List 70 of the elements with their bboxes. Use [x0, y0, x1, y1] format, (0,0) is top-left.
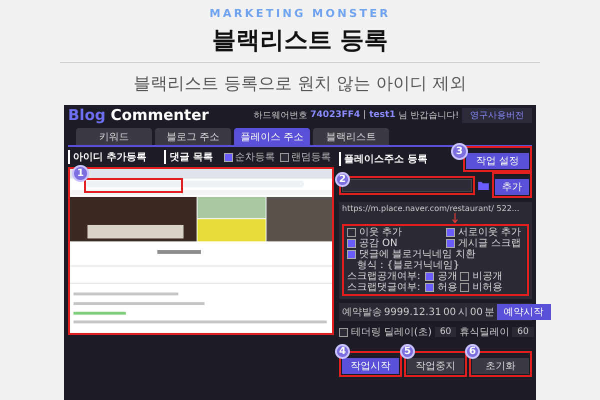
option-label: 서로이웃 추가 — [458, 227, 522, 238]
option-label: 게시글 스크랩 — [458, 238, 522, 249]
option-label: 비공개 — [472, 271, 502, 282]
delay-label: 딜레이(초) — [384, 326, 432, 339]
checkbox[interactable] — [347, 239, 356, 248]
step-badge: 6 — [465, 344, 480, 359]
tab[interactable]: 키워드 — [76, 128, 152, 145]
checkbox[interactable] — [446, 228, 455, 237]
step-badge: 1 — [72, 165, 89, 182]
separator-text: | — [363, 110, 366, 120]
checkbox[interactable] — [347, 250, 356, 259]
format-note: 형식 : {블로거닉네임} — [357, 260, 460, 271]
logo-text: Commenter — [110, 106, 209, 124]
option-label: 공감 ON — [359, 238, 398, 249]
action-button[interactable]: 작업시작 — [342, 358, 399, 374]
eyebrow-text: MARKETING MONSTER — [209, 7, 391, 20]
checkbox[interactable] — [347, 228, 356, 237]
option-label: 허용 — [437, 282, 458, 293]
option-label: 비허용 — [472, 282, 502, 293]
page-title: 블랙리스트 등록 — [212, 25, 388, 56]
action-button[interactable]: 초기화 — [472, 358, 529, 374]
license-button[interactable]: 영구사용버전 — [462, 108, 532, 122]
schedule-minute: 00 — [470, 306, 483, 318]
radio-box[interactable] — [425, 272, 434, 281]
delay-field[interactable]: 60 — [434, 327, 456, 337]
greeting-text: 님 반갑습니다! — [398, 110, 459, 122]
option-label: 랜덤등록 — [291, 151, 331, 164]
schedule-label: 예약발송 — [342, 306, 382, 319]
user-name: test1 — [369, 110, 396, 120]
step-badge: 4 — [335, 344, 350, 359]
schedule-date: 9999.12.31 — [384, 306, 442, 318]
checkbox[interactable] — [446, 239, 455, 248]
checkbox[interactable] — [339, 328, 348, 336]
step-badge: 5 — [400, 344, 415, 359]
option-label: 스크랩댓글여부: — [347, 282, 420, 293]
delay-field[interactable]: 60 — [512, 327, 534, 337]
settings-button[interactable]: 작업 설정 — [466, 153, 529, 169]
action-button[interactable]: 작업중지 — [407, 358, 464, 374]
panel-title: 플레이스주소 등록 — [339, 152, 428, 166]
option-label: 공개 — [437, 271, 458, 282]
unit-label: 분 — [484, 306, 495, 319]
delay-label: 휴식딜레이 — [459, 326, 510, 339]
radio-box[interactable] — [280, 152, 289, 162]
folder-icon[interactable] — [478, 180, 489, 190]
radio-box[interactable] — [460, 283, 470, 292]
tab[interactable]: 플레이스 주소 — [234, 128, 310, 145]
add-button[interactable]: 추가 — [495, 179, 529, 195]
tab[interactable]: 블로그 주소 — [155, 128, 231, 145]
arrow-icon — [451, 213, 459, 224]
schedule-hour: 00 — [443, 306, 456, 318]
subtitle: 블랙리스트 등록으로 원치 않는 아이디 제외 — [133, 73, 467, 95]
option-label: 이웃 추가 — [359, 227, 402, 238]
logo-text: Blog — [68, 106, 106, 124]
hardware-label: 하드웨어번호 — [253, 110, 308, 122]
option-label: 테더링 — [351, 326, 381, 339]
option-label: 댓글에 블로거닉네임 치환 — [359, 249, 476, 260]
url-text: https://m.place.naver.com/restaurant/ 522... — [342, 204, 520, 213]
option-label: 스크랩공개여부: — [347, 271, 420, 282]
panel-title: 아이디 추가등록 — [68, 150, 146, 164]
tab[interactable]: 블랙리스트 — [313, 128, 389, 145]
unit-label: 시 — [458, 306, 468, 319]
step-badge: 2 — [335, 172, 350, 186]
step-badge: 3 — [450, 143, 468, 160]
radio-box[interactable] — [425, 283, 434, 292]
panel-title: 댓글 목록 — [164, 150, 213, 164]
radio-box[interactable] — [460, 272, 470, 281]
hardware-id: 74023FF4 — [310, 110, 360, 120]
radio-box[interactable] — [224, 152, 233, 162]
schedule-button[interactable]: 예약시작 — [496, 304, 551, 320]
option-label: 순차등록 — [235, 151, 275, 164]
